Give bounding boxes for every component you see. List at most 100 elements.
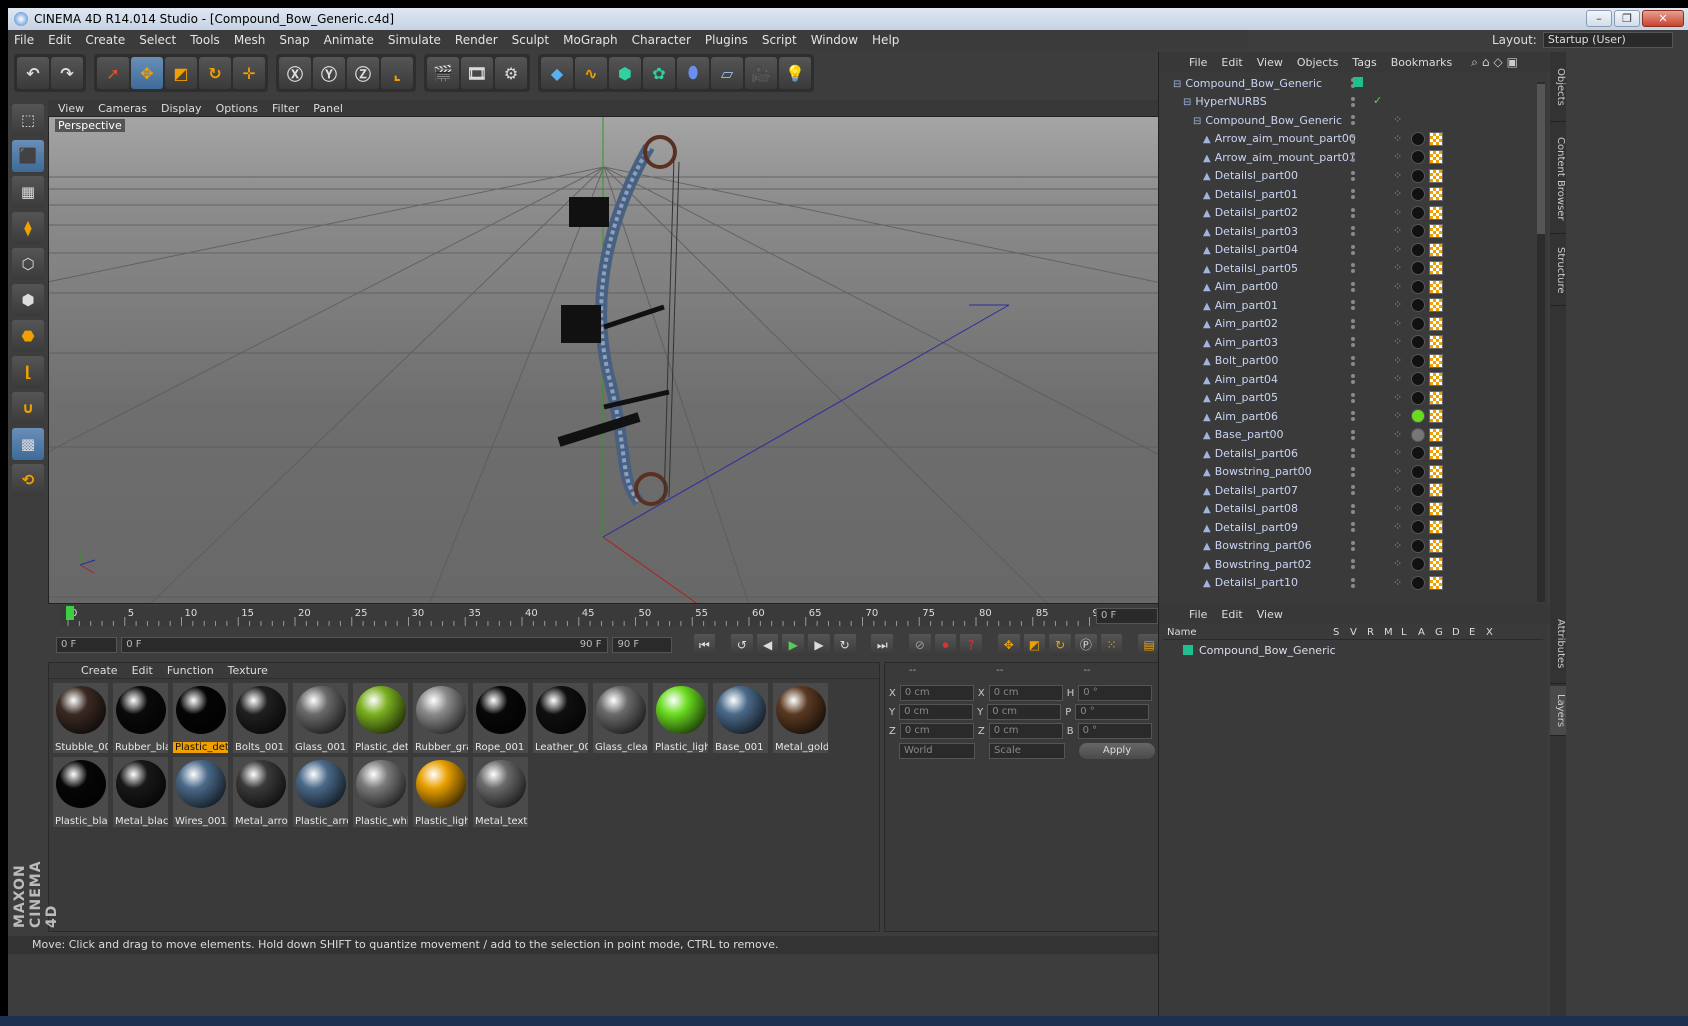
texture-tag-icon[interactable]	[1429, 131, 1443, 146]
object-row[interactable]: ⊟ HyperNURBS ✓	[1163, 93, 1533, 112]
cube-object-icon[interactable]: ◆	[541, 57, 573, 89]
visibility-dots[interactable]	[1351, 559, 1355, 569]
material-swatch[interactable]: Metal_text	[473, 757, 528, 827]
menu-item[interactable]: Tools	[190, 33, 220, 47]
visibility-dots[interactable]	[1351, 429, 1355, 440]
visibility-dots[interactable]	[1351, 485, 1355, 495]
material-tag-icon[interactable]	[1411, 205, 1425, 220]
texture-tag-icon[interactable]	[1429, 501, 1443, 516]
phong-tag-icon[interactable]: ⁘	[1393, 372, 1407, 386]
size-z-field[interactable]: 0 cm	[988, 723, 1063, 739]
last-tool-icon[interactable]: ✛	[233, 57, 265, 89]
object-row[interactable]: ▲ Arrow_aim_mount_part00 ⁘	[1163, 130, 1533, 149]
material-tag-icon[interactable]	[1411, 427, 1425, 442]
edges-mode-icon[interactable]: ⬢	[12, 284, 44, 316]
visibility-dots[interactable]	[1351, 244, 1355, 255]
material-swatch[interactable]: Bolts_001	[233, 683, 288, 753]
attributes-tab[interactable]: Attributes	[1550, 604, 1566, 684]
timeline-window-icon[interactable]: ▤	[1138, 634, 1160, 656]
axis-mode-icon[interactable]: ⌊	[12, 356, 44, 388]
material-swatch[interactable]: Wires_001	[173, 757, 228, 827]
deformer-icon[interactable]: ⬮	[677, 57, 709, 89]
object-row[interactable]: ▲ Detailsl_part03 ⁘	[1163, 222, 1533, 241]
material-tag-icon[interactable]	[1411, 279, 1425, 294]
material-tag-icon[interactable]	[1411, 150, 1425, 164]
objects-tab[interactable]: Objects	[1550, 52, 1566, 122]
layout-dropdown[interactable]: Startup (User)	[1542, 32, 1673, 48]
material-tag-icon[interactable]	[1411, 557, 1425, 571]
layer-menu-item[interactable]: Edit	[1221, 608, 1242, 621]
next-key-icon[interactable]: ↻	[833, 634, 856, 656]
material-tag-icon[interactable]	[1411, 242, 1425, 257]
layer-column-header[interactable]: R	[1367, 627, 1384, 638]
visibility-dots[interactable]	[1351, 300, 1355, 310]
object-row[interactable]: ▲ Bowstring_part02 ⁘	[1163, 555, 1533, 574]
previous-frame-icon[interactable]: ◀	[756, 634, 779, 656]
object-row[interactable]: ▲ Detailsl_part06 ⁘	[1163, 444, 1533, 463]
enabled-check-icon[interactable]: ✓	[1373, 94, 1382, 107]
viewport-menu-item[interactable]: Filter	[272, 102, 299, 115]
material-swatch[interactable]: Stubble_00	[53, 683, 108, 753]
visibility-dots[interactable]	[1351, 522, 1355, 532]
menu-item[interactable]: Character	[632, 33, 691, 47]
texture-tag-icon[interactable]	[1429, 205, 1443, 220]
menu-item[interactable]: Animate	[324, 33, 374, 47]
phong-tag-icon[interactable]: ⁘	[1393, 428, 1407, 442]
nurbs-icon[interactable]: ⬢	[609, 57, 641, 89]
phong-tag-icon[interactable]: ⁘	[1393, 243, 1407, 257]
material-tag-icon[interactable]	[1411, 390, 1425, 405]
menu-item[interactable]: Render	[455, 33, 498, 47]
texture-tag-icon[interactable]	[1429, 335, 1443, 349]
make-editable-icon[interactable]: ⬚	[12, 104, 44, 136]
phong-tag-icon[interactable]: ⁘	[1393, 280, 1407, 294]
phong-tag-icon[interactable]: ⁘	[1393, 446, 1407, 460]
object-menu-item[interactable]: Edit	[1221, 56, 1242, 69]
phong-tag-icon[interactable]: ⁘	[1393, 169, 1407, 183]
workplane-icon[interactable]: ⧫	[12, 212, 44, 244]
menu-item[interactable]: MoGraph	[563, 33, 618, 47]
phong-tag-icon[interactable]: ⁘	[1393, 539, 1407, 553]
texture-tag-icon[interactable]	[1429, 464, 1443, 479]
menu-item[interactable]: Help	[872, 33, 899, 47]
position-x-field[interactable]: 0 cm	[899, 685, 974, 701]
material-swatch[interactable]: Glass_clear	[593, 683, 648, 753]
y-axis-lock-icon[interactable]: Ⓨ	[313, 57, 345, 89]
size-y-field[interactable]: 0 cm	[987, 704, 1062, 720]
maximize-button[interactable]: ❐	[1614, 10, 1640, 27]
layer-column-header[interactable]: S	[1333, 627, 1350, 638]
material-tag-icon[interactable]	[1411, 372, 1425, 386]
object-row[interactable]: ▲ Detailsl_part00 ⁘	[1163, 167, 1533, 186]
visibility-dots[interactable]	[1351, 374, 1355, 384]
object-row[interactable]: ▲ Detailsl_part07 ⁘	[1163, 481, 1533, 500]
material-tag-icon[interactable]	[1411, 501, 1425, 516]
phong-tag-icon[interactable]: ⁘	[1393, 261, 1407, 275]
material-swatch[interactable]: Metal_black	[113, 757, 168, 827]
object-row[interactable]: ▲ Detailsl_part01 ⁘	[1163, 185, 1533, 204]
texture-tag-icon[interactable]	[1429, 224, 1443, 238]
texture-tag-icon[interactable]	[1429, 409, 1443, 423]
material-tag-icon[interactable]	[1411, 261, 1425, 275]
layer-row[interactable]: Compound_Bow_Generic	[1163, 642, 1543, 658]
visibility-dots[interactable]	[1351, 355, 1355, 366]
material-tag-icon[interactable]	[1411, 575, 1425, 590]
material-tag-icon[interactable]	[1411, 483, 1425, 497]
visibility-dots[interactable]	[1351, 337, 1355, 347]
texture-tag-icon[interactable]	[1429, 446, 1443, 460]
material-menu-item[interactable]: Texture	[228, 664, 268, 677]
material-tag-icon[interactable]	[1411, 131, 1425, 146]
texture-tag-icon[interactable]	[1429, 372, 1443, 386]
current-frame-field[interactable]: 0 F	[1096, 608, 1158, 624]
menu-item[interactable]: Script	[762, 33, 797, 47]
object-menu-item[interactable]: Objects	[1297, 56, 1339, 69]
phong-tag-icon[interactable]: ⁘	[1393, 335, 1407, 349]
key-pla-icon[interactable]: ⁙	[1100, 634, 1123, 656]
visibility-dots[interactable]	[1351, 540, 1355, 551]
visibility-dots[interactable]	[1351, 189, 1355, 199]
3d-viewport[interactable]: Perspective	[48, 116, 1160, 604]
texture-tag-icon[interactable]	[1429, 242, 1443, 257]
visibility-dots[interactable]	[1351, 448, 1355, 458]
live-selection-icon[interactable]: ➚	[97, 57, 129, 89]
visibility-dots[interactable]	[1351, 96, 1355, 107]
object-row[interactable]: ▲ Arrow_aim_mount_part01 ⁘	[1163, 148, 1533, 167]
soft-selection-icon[interactable]: ⟲	[12, 464, 44, 496]
